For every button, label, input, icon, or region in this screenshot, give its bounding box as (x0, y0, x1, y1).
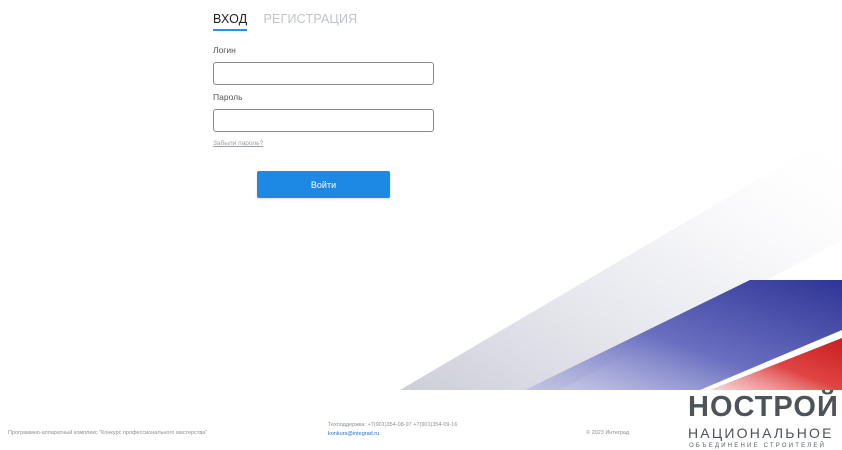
tab-login[interactable]: ВХОД (213, 12, 248, 31)
footer-support-phones: Техподдержка: +7(901)354-08-97 +7(901)35… (328, 422, 458, 428)
logo-title: НОСТРОЙ (688, 391, 839, 423)
footer-support-email[interactable]: konkurs@integrad.ru (328, 431, 379, 437)
login-label: Логин (213, 45, 236, 55)
password-input[interactable] (213, 109, 434, 132)
footer-support: Техподдержка: +7(901)354-08-97 +7(901)35… (328, 422, 457, 437)
footer-product-text: Программно-аппаратный комплекс "Конкурс … (8, 430, 208, 436)
auth-tabs: ВХОД РЕГИСТРАЦИЯ (213, 12, 443, 36)
nostroy-logo: НОСТРОЙ НАЦИОНАЛЬНОЕ ОБЪЕДИНЕНИЕ СТРОИТЕ… (686, 392, 842, 450)
login-button[interactable]: Войти (257, 171, 390, 198)
tab-registration[interactable]: РЕГИСТРАЦИЯ (263, 12, 357, 29)
password-label: Пароль (213, 92, 243, 102)
logo-subtitle-2: ОБЪЕДИНЕНИЕ СТРОИТЕЛЕЙ (689, 443, 827, 449)
auth-panel: ВХОД РЕГИСТРАЦИЯ Логин Пароль Забыли пар… (213, 12, 443, 150)
login-input[interactable] (213, 62, 434, 85)
footer-copyright: © 2023 Интеград (586, 430, 630, 436)
forgot-password-link[interactable]: Забыли пароль? (213, 140, 263, 147)
logo-subtitle-1: НАЦИОНАЛЬНОЕ (688, 425, 834, 441)
